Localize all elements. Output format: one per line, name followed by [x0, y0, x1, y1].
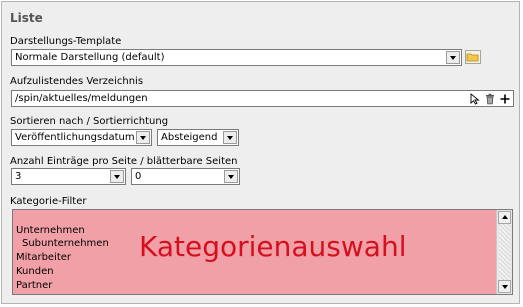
- entries-per-page-value: 3: [15, 171, 22, 182]
- template-select[interactable]: Normale Darstellung (default): [11, 49, 462, 66]
- template-select-value: Normale Darstellung (default): [15, 52, 165, 63]
- section-title: Liste: [10, 11, 43, 25]
- category-item-partner[interactable]: Partner: [16, 280, 52, 291]
- pages-select[interactable]: 0: [131, 168, 240, 185]
- category-filter-label: Kategorie-Filter: [10, 196, 87, 207]
- sort-direction-dropdown-button[interactable]: [223, 131, 237, 144]
- sort-direction-select[interactable]: Absteigend: [157, 129, 239, 146]
- template-dropdown-button[interactable]: [446, 51, 460, 64]
- trash-icon[interactable]: [484, 93, 496, 105]
- directory-field-value: /spin/aktuelles/meldungen: [15, 93, 148, 104]
- category-item-unternehmen[interactable]: Unternehmen: [16, 225, 85, 236]
- category-item-mitarbeiter[interactable]: Mitarbeiter: [16, 252, 71, 263]
- scroll-up-button[interactable]: [498, 211, 511, 224]
- plus-icon[interactable]: [499, 93, 511, 105]
- directory-field[interactable]: /spin/aktuelles/meldungen: [11, 90, 514, 107]
- sort-by-value: Veröffentlichungsdatum: [15, 132, 135, 143]
- sort-direction-value: Absteigend: [161, 132, 218, 143]
- category-filter-list[interactable]: Unternehmen Subunternehmen Mitarbeiter K…: [12, 209, 513, 295]
- sort-label: Sortieren nach / Sortierrichtung: [10, 116, 169, 127]
- list-settings-panel: Liste Darstellungs-Template Normale Dars…: [1, 1, 520, 304]
- entries-per-page-select[interactable]: 3: [11, 168, 126, 185]
- scrollbar-track[interactable]: [499, 224, 510, 280]
- folder-icon[interactable]: [465, 50, 481, 64]
- category-selection-overlay-text: Kategorienauswahl: [139, 230, 407, 263]
- paging-label: Anzahl Einträge pro Seite / blätterbare …: [10, 156, 238, 167]
- directory-label: Aufzulistendes Verzeichnis: [10, 76, 144, 87]
- pages-dropdown-button[interactable]: [224, 170, 238, 183]
- category-filter-scrollbar[interactable]: [496, 210, 512, 294]
- scroll-down-button[interactable]: [498, 280, 511, 293]
- sort-by-select[interactable]: Veröffentlichungsdatum: [11, 129, 152, 146]
- pages-value: 0: [135, 171, 142, 182]
- select-cursor-icon[interactable]: [469, 93, 481, 105]
- template-label: Darstellungs-Template: [10, 36, 122, 47]
- category-item-subunternehmen[interactable]: Subunternehmen: [22, 238, 109, 249]
- category-item-kunden[interactable]: Kunden: [16, 266, 54, 277]
- entries-per-page-dropdown-button[interactable]: [110, 170, 124, 183]
- sort-by-dropdown-button[interactable]: [136, 131, 150, 144]
